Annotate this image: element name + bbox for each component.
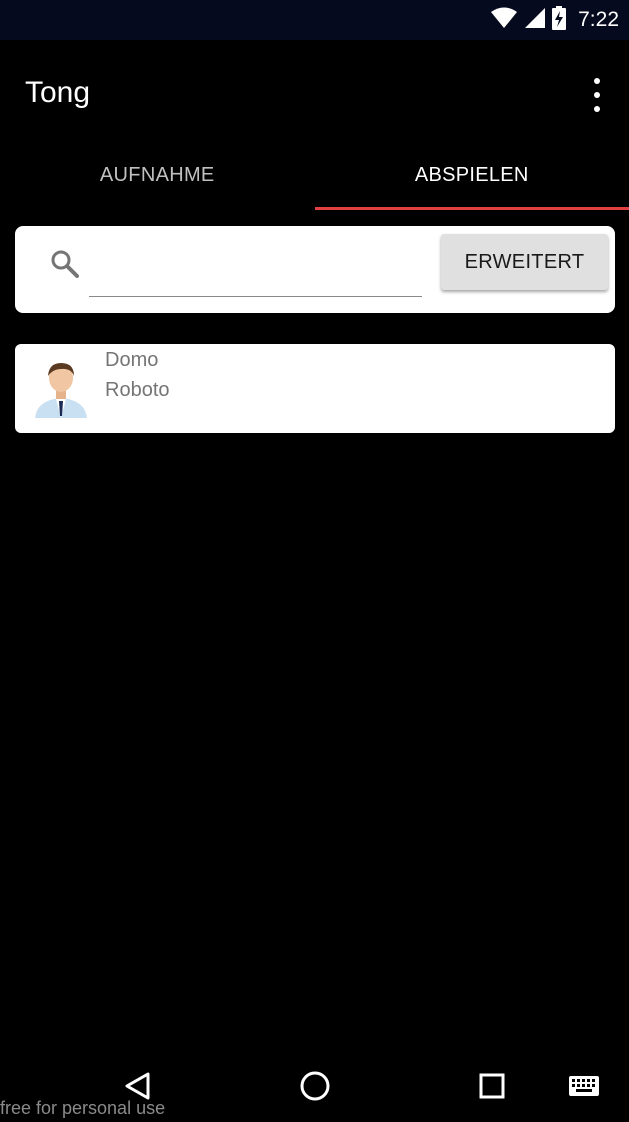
- app-title: Tong: [25, 76, 91, 109]
- tab-abspielen[interactable]: ABSPIELEN: [314, 140, 629, 210]
- search-icon: [49, 248, 81, 280]
- menu-dot: [594, 106, 600, 112]
- list-item[interactable]: Domo Roboto: [15, 344, 615, 433]
- recents-icon[interactable]: [472, 1066, 512, 1106]
- search-input[interactable]: [89, 244, 422, 297]
- more-vert-icon[interactable]: [583, 78, 611, 112]
- tab-indicator: [314, 207, 629, 210]
- tab-bar: AUFNAHME ABSPIELEN: [0, 140, 629, 210]
- contact-last-name: Roboto: [105, 379, 170, 401]
- avatar: [29, 356, 93, 420]
- contact-first-name: Domo: [105, 349, 159, 371]
- watermark-text: free for personal use: [0, 1098, 166, 1118]
- battery-charging-icon: [552, 5, 567, 35]
- keyboard-icon[interactable]: [564, 1066, 604, 1106]
- search-card: ERWEITERT: [15, 226, 615, 313]
- tab-label: AUFNAHME: [99, 163, 215, 186]
- menu-dot: [594, 78, 600, 84]
- tab-aufnahme[interactable]: AUFNAHME: [0, 140, 315, 210]
- status-time: 7:22: [578, 8, 619, 31]
- app-bar: Tong: [0, 40, 629, 152]
- status-bar: 7:22: [0, 0, 629, 40]
- wifi-icon: [490, 7, 518, 34]
- status-icons: 7:22: [490, 5, 619, 35]
- tab-label: ABSPIELEN: [414, 163, 529, 186]
- home-icon[interactable]: [295, 1066, 335, 1106]
- menu-dot: [594, 92, 600, 98]
- advanced-search-button[interactable]: ERWEITERT: [441, 234, 608, 290]
- cell-signal-icon: [524, 7, 546, 34]
- advanced-search-label: ERWEITERT: [464, 250, 585, 273]
